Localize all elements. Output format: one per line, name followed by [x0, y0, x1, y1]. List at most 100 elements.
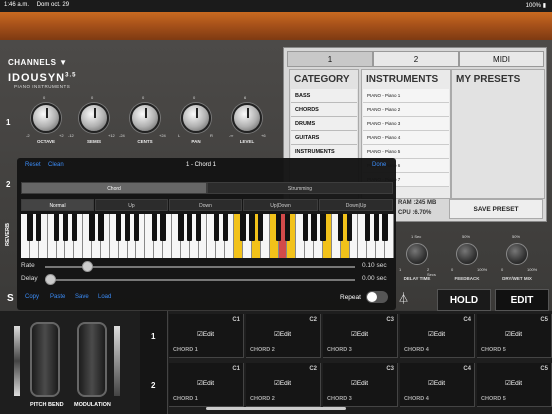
black-key[interactable] — [213, 214, 220, 241]
black-key[interactable] — [240, 214, 246, 241]
dry-wet-knob[interactable] — [506, 243, 528, 265]
feedback-knob[interactable] — [456, 243, 478, 265]
chord-pad-edit-button[interactable]: ☑Edit — [351, 330, 368, 338]
piano-keyboard[interactable] — [21, 214, 394, 258]
black-key[interactable] — [249, 214, 255, 241]
hold-button[interactable]: HOLD — [437, 289, 491, 311]
chord-pad-edit-button[interactable]: ☑Edit — [428, 330, 445, 338]
black-key[interactable] — [178, 214, 184, 241]
direction-normal[interactable]: Normal — [21, 199, 94, 211]
chord-pad-edit-button[interactable]: ☑Edit — [505, 379, 522, 387]
black-key[interactable] — [27, 214, 33, 241]
octave-label: OCTAVE — [36, 139, 56, 144]
black-key[interactable] — [62, 214, 69, 241]
tab-midi[interactable]: MIDI — [459, 51, 544, 67]
black-key[interactable] — [71, 214, 77, 241]
black-key[interactable] — [124, 214, 131, 241]
rate-label: Rate — [21, 262, 35, 269]
black-key[interactable] — [98, 214, 104, 241]
tab-channel-1[interactable]: 1 — [287, 51, 373, 67]
delay-value: 0.00 sec — [362, 275, 387, 282]
category-guitars[interactable]: GUITARS — [291, 131, 357, 145]
instrument-item[interactable]: PIANO - Piano 3 — [363, 117, 449, 131]
black-key[interactable] — [302, 214, 308, 241]
direction-up-down[interactable]: Up|Down — [243, 199, 318, 211]
chord-pad-edit-button[interactable]: ☑Edit — [274, 330, 291, 338]
save-preset-button[interactable]: SAVE PRESET — [449, 199, 543, 219]
tab-strumming[interactable]: Strumming — [207, 182, 393, 194]
direction-up[interactable]: Up — [95, 199, 168, 211]
tab-chord[interactable]: Chord — [21, 182, 207, 194]
octave-knob[interactable] — [31, 103, 61, 133]
black-key[interactable] — [133, 214, 140, 241]
black-key[interactable] — [346, 214, 353, 241]
chord-pad-id: C4 — [463, 366, 471, 372]
black-key[interactable] — [160, 214, 166, 241]
instrument-item[interactable]: PIANO - Piano 5 — [363, 145, 449, 159]
tab-channel-2[interactable]: 2 — [373, 51, 459, 67]
instrument-item[interactable]: PIANO - Piano 1 — [363, 89, 449, 103]
delay-slider-thumb[interactable] — [45, 274, 56, 285]
chord-pad-edit-button[interactable]: ☑Edit — [351, 379, 368, 387]
chord-pad-edit-button[interactable]: ☑Edit — [274, 379, 291, 387]
black-key[interactable] — [222, 214, 228, 241]
repeat-toggle[interactable] — [366, 291, 388, 303]
instruments-header: INSTRUMENTS — [366, 74, 439, 85]
chord-pad[interactable]: C1 ☑Edit CHORD 1 — [169, 363, 244, 407]
chord-pad-edit-button[interactable]: ☑Edit — [428, 379, 445, 387]
black-key[interactable] — [36, 214, 42, 241]
done-button[interactable]: Done — [372, 162, 386, 168]
chord-pad[interactable]: C5 ☑Edit CHORD 5 — [477, 314, 552, 358]
reset-button[interactable]: Reset — [25, 162, 41, 168]
black-key[interactable] — [89, 214, 95, 241]
black-key[interactable] — [338, 214, 344, 241]
black-key[interactable] — [373, 214, 379, 241]
cents-knob[interactable] — [130, 103, 160, 133]
black-key[interactable] — [284, 214, 291, 241]
black-key[interactable] — [382, 214, 388, 241]
black-key[interactable] — [187, 214, 193, 241]
chord-pad[interactable]: C3 ☑Edit CHORD 3 — [323, 314, 398, 358]
instrument-item[interactable]: PIANO - Piano 2 — [363, 103, 449, 117]
black-key[interactable] — [53, 214, 60, 241]
chord-pad[interactable]: C3 ☑Edit CHORD 3 — [323, 363, 398, 407]
instrument-item[interactable]: PIANO - Piano 4 — [363, 131, 449, 145]
chord-pad-edit-button[interactable]: ☑Edit — [197, 379, 214, 387]
category-instruments[interactable]: INSTRUMENTS — [291, 145, 357, 159]
chord-pad[interactable]: C5 ☑Edit CHORD 5 — [477, 363, 552, 407]
chord-pad[interactable]: C2 ☑Edit CHORD 2 — [246, 363, 321, 407]
save-button[interactable]: Save — [75, 294, 89, 300]
modulation-wheel[interactable] — [77, 322, 107, 397]
clean-button[interactable]: Clean — [48, 162, 64, 168]
black-key[interactable] — [258, 214, 264, 241]
black-key[interactable] — [195, 214, 202, 241]
semis-knob[interactable] — [79, 103, 109, 133]
category-bass[interactable]: BASS — [291, 89, 357, 103]
chord-pad[interactable]: C4 ☑Edit CHORD 4 — [400, 363, 475, 407]
chord-pad-edit-button[interactable]: ☑Edit — [197, 330, 214, 338]
edit-button[interactable]: EDIT — [495, 289, 549, 311]
black-key[interactable] — [364, 214, 371, 241]
metronome-icon[interactable]: ⏃ — [398, 290, 410, 306]
paste-button[interactable]: Paste — [50, 294, 65, 300]
copy-button[interactable]: Copy — [25, 294, 39, 300]
channels-menu[interactable]: CHANNELS ▼ — [8, 58, 68, 67]
level-knob[interactable] — [232, 103, 262, 133]
chord-pad[interactable]: C2 ☑Edit CHORD 2 — [246, 314, 321, 358]
chord-pad-edit-button[interactable]: ☑Edit — [505, 330, 522, 338]
black-key[interactable] — [320, 214, 326, 241]
category-chords[interactable]: CHORDS — [291, 103, 357, 117]
black-key[interactable] — [311, 214, 317, 241]
direction-down-up[interactable]: Down|Up — [319, 199, 393, 211]
load-button[interactable]: Load — [98, 294, 111, 300]
black-key[interactable] — [116, 214, 122, 241]
category-drums[interactable]: DRUMS — [291, 117, 357, 131]
chord-pad[interactable]: C1 ☑Edit CHORD 1 — [169, 314, 244, 358]
chord-pad[interactable]: C4 ☑Edit CHORD 4 — [400, 314, 475, 358]
pitch-bend-wheel[interactable] — [30, 322, 60, 397]
black-key[interactable] — [275, 214, 282, 241]
pan-knob[interactable] — [181, 103, 211, 133]
delay-time-knob[interactable] — [406, 243, 428, 265]
black-key[interactable] — [151, 214, 157, 241]
direction-down[interactable]: Down — [169, 199, 242, 211]
